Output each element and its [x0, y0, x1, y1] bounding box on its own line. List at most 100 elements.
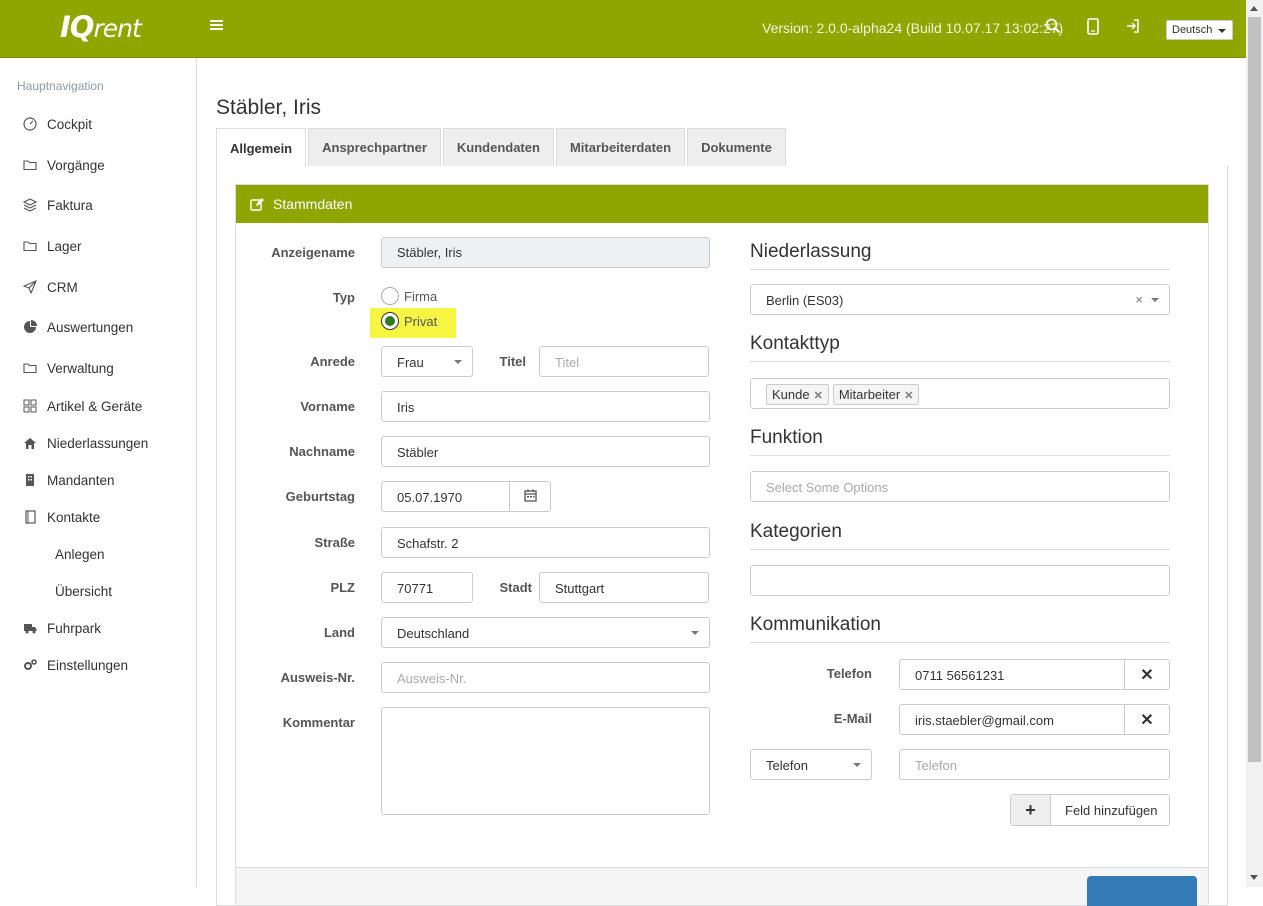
tab-bar: Allgemein Ansprechpartner Kundendaten Mi… [216, 128, 788, 167]
panel-title: Stammdaten [273, 196, 353, 212]
vorname-label: Vorname [300, 399, 355, 414]
sidebar-item-anlegen[interactable]: Anlegen [55, 544, 105, 564]
edit-icon [250, 197, 264, 211]
clear-icon[interactable]: × [1135, 292, 1143, 307]
email-field[interactable]: iris.staebler@gmail.com [899, 704, 1125, 735]
logo[interactable]: IQrent [60, 10, 142, 44]
language-select[interactable]: Deutsch [1166, 20, 1233, 40]
land-select[interactable]: Deutschland [381, 617, 710, 648]
sidebar-item-label: Niederlassungen [47, 435, 149, 451]
logout-icon[interactable] [1125, 18, 1143, 38]
tag-kunde[interactable]: Kunde ✕ [766, 384, 829, 405]
sidebar-item-label: Cockpit [47, 116, 93, 132]
top-bar: IQrent Version: 2.0.0-alpha24 (Build 10.… [0, 0, 1246, 58]
sidebar-item-niederlassungen[interactable]: Niederlassungen [23, 433, 148, 453]
kontakttyp-multiselect[interactable]: Kunde ✕ Mitarbeiter ✕ [750, 378, 1170, 409]
save-button[interactable] [1087, 876, 1197, 906]
kommentar-textarea[interactable] [381, 707, 710, 815]
folder-icon [23, 363, 37, 374]
sidebar-item-label: Übersicht [55, 583, 113, 599]
stadt-label: Stadt [499, 580, 533, 595]
tab-ansprechpartner[interactable]: Ansprechpartner [308, 128, 441, 166]
funktion-multiselect[interactable]: Select Some Options [750, 471, 1170, 502]
remove-telefon-button[interactable]: ✕ [1124, 659, 1170, 690]
nachname-field[interactable]: Stäbler [381, 436, 710, 467]
titel-field[interactable]: Titel [539, 346, 709, 377]
tab-pane: Stammdaten Anzeigename Stäbler, Iris Typ… [216, 166, 1228, 906]
email-label: E-Mail [833, 711, 872, 726]
sidebar-item-verwaltung[interactable]: Verwaltung [23, 358, 114, 378]
tab-dokumente[interactable]: Dokumente [687, 128, 786, 166]
kontakttyp-heading: Kontakttyp [750, 333, 1170, 362]
typ-radio-firma[interactable]: Firma [381, 287, 437, 305]
paper-plane-icon [23, 280, 37, 294]
sidebar-item-vorgaenge[interactable]: Vorgänge [23, 155, 105, 175]
panel-footer [236, 867, 1208, 906]
remove-email-button[interactable]: ✕ [1124, 704, 1170, 735]
niederlassung-select[interactable]: Berlin (ES03) × [750, 284, 1170, 315]
vorname-field[interactable]: Iris [381, 391, 710, 422]
plz-label: PLZ [330, 580, 355, 595]
typ-radio-privat[interactable]: Privat [381, 312, 437, 330]
tablet-icon[interactable] [1086, 18, 1104, 38]
sidebar-item-faktura[interactable]: Faktura [23, 195, 93, 215]
building-icon [26, 474, 34, 486]
scroll-up-arrow[interactable] [1250, 6, 1258, 11]
sidebar-item-uebersicht[interactable]: Übersicht [55, 581, 112, 601]
sidebar: Hauptnavigation Cockpit Vorgänge Faktura… [0, 58, 197, 887]
sidebar-item-label: Kontakte [47, 509, 101, 525]
telefon-field[interactable]: 0711 56561231 [899, 659, 1125, 690]
radio-circle [381, 312, 399, 330]
stammdaten-panel: Stammdaten Anzeigename Stäbler, Iris Typ… [235, 184, 1209, 906]
grid-icon [23, 399, 37, 413]
scrollbar-thumb[interactable] [1248, 17, 1261, 762]
funktion-heading: Funktion [750, 427, 1170, 456]
scrollbar[interactable] [1246, 0, 1263, 887]
sidebar-item-fuhrpark[interactable]: Fuhrpark [23, 618, 101, 638]
remove-tag-icon[interactable]: ✕ [904, 390, 913, 402]
sidebar-item-auswertungen[interactable]: Auswertungen [23, 317, 133, 337]
sidebar-item-einstellungen[interactable]: Einstellungen [23, 655, 128, 675]
pie-chart-icon [24, 320, 37, 333]
calendar-button[interactable] [509, 481, 551, 512]
search-icon[interactable] [1045, 18, 1063, 38]
sidebar-item-label: Faktura [47, 197, 93, 213]
stadt-field[interactable]: Stuttgart [539, 572, 709, 603]
tab-allgemein[interactable]: Allgemein [216, 128, 307, 167]
sidebar-item-cockpit[interactable]: Cockpit [23, 114, 92, 134]
sidebar-item-label: Anlegen [55, 546, 105, 562]
plz-field[interactable]: 70771 [381, 572, 473, 603]
scroll-down-arrow[interactable] [1250, 875, 1258, 880]
anrede-select[interactable]: Frau [381, 346, 473, 377]
geburtstag-field[interactable]: 05.07.1970 [381, 481, 510, 512]
new-comm-type-select[interactable]: Telefon [750, 749, 872, 780]
sidebar-item-mandanten[interactable]: Mandanten [23, 470, 115, 490]
geburtstag-label: Geburtstag [285, 489, 355, 504]
sidebar-item-label: Mandanten [47, 472, 115, 488]
ausweis-label: Ausweis-Nr. [280, 670, 355, 685]
menu-toggle-icon[interactable] [210, 20, 223, 34]
truck-icon [24, 624, 37, 634]
sidebar-item-label: Verwaltung [47, 360, 114, 376]
dashboard-icon [23, 117, 37, 131]
ausweis-field[interactable]: Ausweis-Nr. [381, 662, 710, 693]
sidebar-item-crm[interactable]: CRM [23, 277, 78, 297]
kategorien-multiselect[interactable] [750, 565, 1170, 596]
radio-circle [381, 287, 399, 305]
tab-mitarbeiterdaten[interactable]: Mitarbeiterdaten [555, 128, 686, 166]
sidebar-item-label: Auswertungen [47, 319, 134, 335]
sidebar-item-artikel[interactable]: Artikel & Geräte [23, 396, 142, 416]
remove-tag-icon[interactable]: ✕ [814, 390, 823, 402]
tab-kundendaten[interactable]: Kundendaten [442, 128, 554, 166]
layers-icon [23, 198, 37, 212]
tag-mitarbeiter[interactable]: Mitarbeiter ✕ [832, 384, 920, 405]
strasse-field[interactable]: Schafstr. 2 [381, 527, 710, 558]
sidebar-item-label: Lager [47, 238, 82, 254]
sidebar-item-label: Vorgänge [47, 157, 105, 173]
sidebar-item-kontakte[interactable]: Kontakte [23, 507, 100, 527]
folder-icon [23, 241, 37, 252]
sidebar-item-label: CRM [47, 279, 78, 295]
sidebar-item-lager[interactable]: Lager [23, 236, 82, 256]
new-comm-field[interactable]: Telefon [899, 749, 1170, 780]
add-field-button[interactable]: + Feld hinzufügen [1010, 794, 1170, 826]
